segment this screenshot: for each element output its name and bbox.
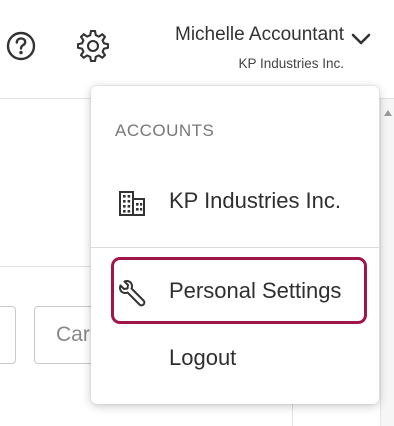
current-company-name: KP Industries Inc. [238, 56, 344, 71]
cancel-button-label: Car [56, 323, 90, 346]
user-name: Michelle Accountant [175, 24, 344, 45]
gear-icon [77, 30, 109, 62]
menu-item-logout[interactable]: Logout [91, 329, 379, 389]
app-page: Michelle Accountant KP Industries Inc. C… [0, 0, 394, 426]
building-icon [119, 191, 145, 216]
menu-divider [91, 247, 379, 248]
content-divider [0, 266, 100, 267]
user-dropdown-menu: ACCOUNTS KP Industries Inc. Personal Set… [91, 86, 379, 404]
menu-item-personal-settings[interactable]: Personal Settings [91, 262, 379, 322]
menu-item-label: KP Industries Inc. [169, 188, 342, 213]
menu-item-kp-industries[interactable]: KP Industries Inc. [91, 172, 379, 232]
wrench-icon [119, 280, 146, 307]
help-button[interactable] [4, 29, 38, 63]
scroll-up-arrow-icon[interactable] [384, 110, 392, 116]
question-circle-icon [6, 31, 36, 61]
user-menu-toggle[interactable]: Michelle Accountant KP Industries Inc. [150, 22, 376, 78]
chevron-down-icon [351, 33, 371, 45]
menu-item-label: Logout [169, 345, 237, 370]
top-bar: Michelle Accountant KP Industries Inc. [0, 0, 394, 98]
form-field-partial[interactable] [0, 306, 16, 364]
accounts-section-label: ACCOUNTS [115, 121, 215, 140]
menu-item-label: Personal Settings [169, 278, 342, 303]
settings-button[interactable] [76, 29, 110, 63]
scrollbar[interactable] [380, 99, 394, 426]
